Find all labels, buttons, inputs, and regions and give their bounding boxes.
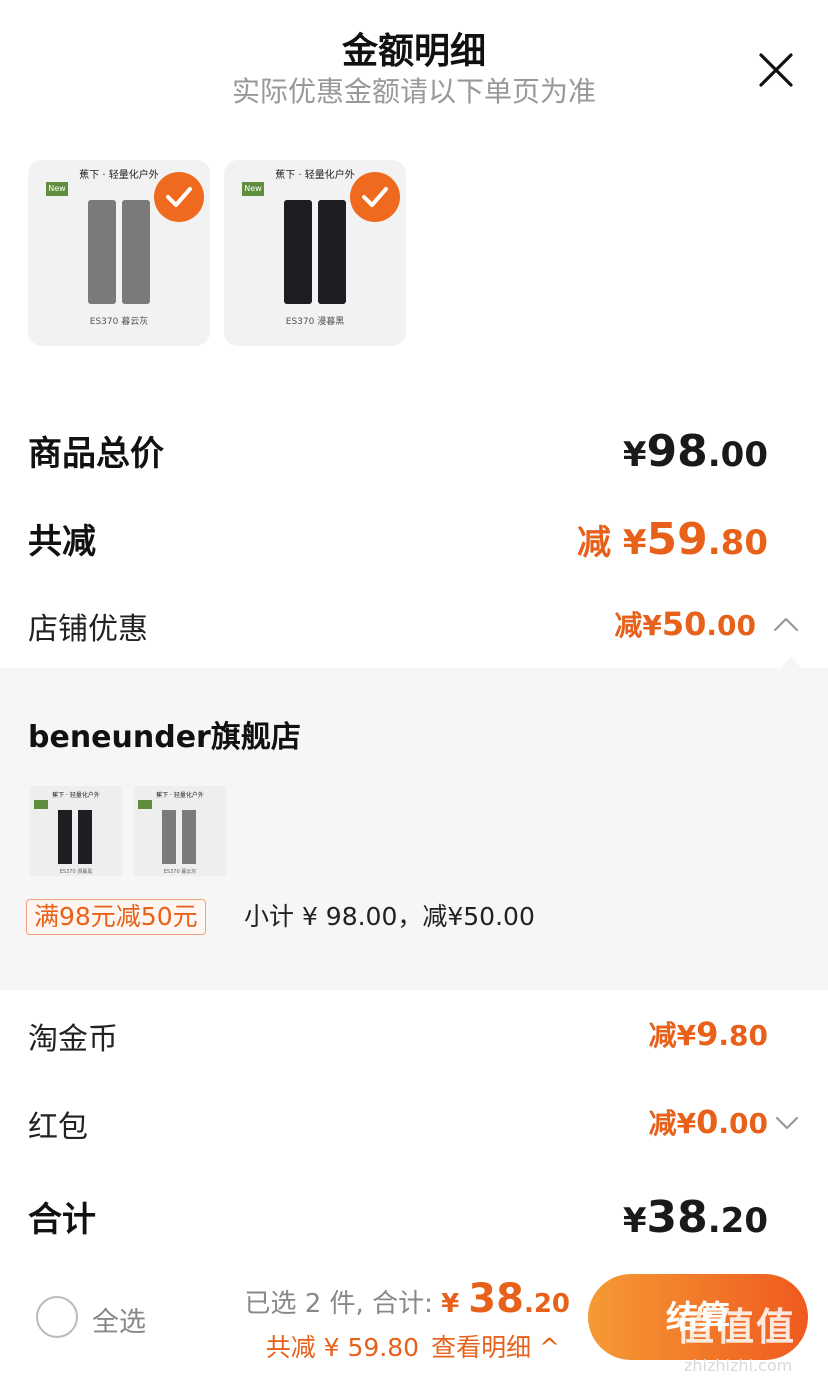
sleeve-image-right bbox=[182, 810, 196, 864]
product-card[interactable]: 蕉下 · 轻量化户外 New ES370 暮云灰 bbox=[28, 160, 210, 346]
summary-currency: ¥ bbox=[441, 1289, 469, 1319]
coins-value: 减¥9.80 bbox=[648, 1015, 768, 1053]
sleeve-image-right bbox=[122, 200, 150, 304]
total-reduce-value: 减 ¥59.80 bbox=[577, 514, 768, 565]
product-caption: ES370 暮云灰 bbox=[89, 317, 149, 327]
close-icon[interactable] bbox=[756, 50, 796, 90]
new-badge: New bbox=[46, 182, 68, 196]
chevron-up-icon[interactable] bbox=[772, 614, 800, 634]
pointer-triangle bbox=[780, 657, 802, 669]
total-value: ¥38.20 bbox=[622, 1192, 768, 1243]
store-discount-panel: beneunder旗舰店 蕉下 · 轻量化户外 ES370 漫暮黑 蕉下 · 轻… bbox=[0, 657, 828, 990]
reduce-summary-text: 共减 ¥ 59.80 bbox=[265, 1333, 420, 1362]
new-badge: New bbox=[242, 182, 264, 196]
store-discount-value: 减¥50.00 bbox=[614, 605, 756, 643]
total-label: 合计 bbox=[28, 1200, 96, 1240]
sleeve-image-right bbox=[78, 810, 92, 864]
view-detail-link[interactable]: 查看明细 ^ bbox=[431, 1333, 560, 1362]
summary-amount-int: 38 bbox=[468, 1276, 524, 1322]
new-badge bbox=[34, 800, 48, 809]
total-row: 合计 ¥38.20 bbox=[28, 1192, 800, 1243]
thumb-brand-line: 蕉下 · 轻量化户外 bbox=[52, 792, 100, 799]
thumb-brand-line: 蕉下 · 轻量化户外 bbox=[156, 792, 204, 799]
sleeve-image-left bbox=[284, 200, 312, 304]
new-badge bbox=[138, 800, 152, 809]
goods-total-row: 商品总价 ¥98.00 bbox=[28, 426, 800, 477]
promo-subtotal-text: 小计 ¥ 98.00，减¥50.00 bbox=[244, 902, 535, 931]
store-discount-label: 店铺优惠 bbox=[28, 612, 148, 647]
summary-amount-dec: .20 bbox=[523, 1289, 570, 1319]
goods-total-label: 商品总价 bbox=[28, 434, 164, 474]
reduce-summary: 共减 ¥ 59.80 查看明细 ^ bbox=[266, 1328, 560, 1364]
selected-summary: 已选 2 件, 合计: ¥ 38.20 bbox=[244, 1276, 570, 1322]
product-caption: ES370 漫暮黑 bbox=[285, 317, 345, 327]
store-name: beneunder旗舰店 bbox=[28, 720, 301, 755]
sleeve-image-left bbox=[88, 200, 116, 304]
sleeve-image-right bbox=[318, 200, 346, 304]
selected-count-text: 已选 2 件, 合计: bbox=[244, 1289, 442, 1319]
coins-row: 淘金币 减¥9.80 bbox=[28, 1014, 800, 1062]
total-reduce-row: 共减 减 ¥59.80 bbox=[28, 514, 800, 565]
select-all-label[interactable]: 全选 bbox=[92, 1300, 146, 1339]
watermark-logo: 值值值 bbox=[676, 1305, 797, 1349]
red-packet-row[interactable]: 红包 减¥0.00 bbox=[28, 1102, 800, 1150]
goods-total-value: ¥98.00 bbox=[622, 426, 768, 477]
product-card[interactable]: 蕉下 · 轻量化户外 New ES370 漫暮黑 bbox=[224, 160, 406, 346]
select-all-radio[interactable] bbox=[36, 1296, 78, 1338]
red-packet-label: 红包 bbox=[28, 1110, 88, 1145]
thumb-caption: ES370 暮云灰 bbox=[163, 869, 197, 875]
watermark-url: zhizhizhi.com bbox=[684, 1356, 793, 1375]
thumb-caption: ES370 漫暮黑 bbox=[59, 869, 93, 875]
coins-label: 淘金币 bbox=[28, 1022, 118, 1057]
header: 金额明细 实际优惠金额请以下单页为准 bbox=[0, 0, 828, 120]
red-packet-value: 减¥0.00 bbox=[648, 1103, 768, 1141]
total-reduce-label: 共减 bbox=[28, 522, 96, 562]
chevron-down-icon[interactable] bbox=[774, 1114, 800, 1132]
store-discount-row[interactable]: 店铺优惠 减¥50.00 bbox=[28, 604, 800, 652]
checkmark-icon[interactable] bbox=[350, 172, 400, 222]
store-item-thumb[interactable]: 蕉下 · 轻量化户外 ES370 暮云灰 bbox=[134, 786, 226, 876]
sleeve-image-left bbox=[58, 810, 72, 864]
checkmark-icon[interactable] bbox=[154, 172, 204, 222]
store-item-thumb[interactable]: 蕉下 · 轻量化户外 ES370 漫暮黑 bbox=[30, 786, 122, 876]
promo-tag: 满98元减50元 bbox=[26, 899, 206, 935]
sleeve-image-left bbox=[162, 810, 176, 864]
page-subtitle: 实际优惠金额请以下单页为准 bbox=[231, 75, 596, 108]
page-title: 金额明细 bbox=[341, 31, 486, 72]
